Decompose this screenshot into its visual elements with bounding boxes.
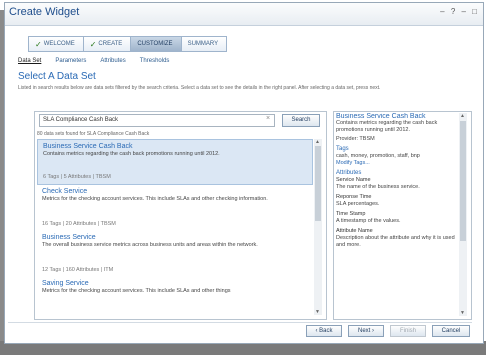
tags-list: cash, money, promotion, staff, bnp xyxy=(336,153,420,159)
wizard-step-label: CREATE xyxy=(98,41,123,47)
tab-data-set[interactable]: Data Set xyxy=(18,58,41,64)
scroll-thumb[interactable] xyxy=(460,121,466,241)
result-name: Business Service Cash Back xyxy=(43,143,133,150)
attribute-description: A timestamp of the values. xyxy=(336,218,401,224)
attributes-heading: Attributes xyxy=(336,170,362,176)
attribute-name: Attribute Name xyxy=(336,228,373,234)
result-meta: 16 Tags | 20 Attributes | TBSM xyxy=(42,221,116,227)
next-button[interactable]: Next › xyxy=(348,325,384,337)
details-scrollbar[interactable]: ▲ ▼ xyxy=(459,113,467,316)
wizard-step-label: WELCOME xyxy=(43,41,75,47)
details-description: Contains metrics regarding the cash back… xyxy=(336,120,438,133)
search-input[interactable]: SLA Compliance Cash Back xyxy=(39,114,275,127)
attribute-description: The name of the business service. xyxy=(336,184,420,190)
wizard-step-label: CUSTOMIZE xyxy=(137,41,173,47)
list-item[interactable]: Business Service The overall business se… xyxy=(37,231,313,277)
section-description: Listed in search results below are data … xyxy=(18,85,381,91)
tab-parameters[interactable]: Parameters xyxy=(55,58,86,64)
section-title: Select A Data Set xyxy=(18,71,96,82)
wizard-step-welcome[interactable]: ✓ WELCOME xyxy=(28,36,84,52)
scroll-thumb[interactable] xyxy=(315,146,321,221)
tags-heading: Tags xyxy=(336,146,349,152)
attribute-description: Description about the attribute and why … xyxy=(336,235,455,248)
tab-thresholds[interactable]: Thresholds xyxy=(140,58,170,64)
results-count: 80 data sets found for SLA Compliance Ca… xyxy=(37,131,150,137)
wizard-step-create[interactable]: ✓ CREATE xyxy=(82,36,132,52)
back-button[interactable]: ‹ Back xyxy=(306,325,342,337)
window-controls[interactable]: – ? – □ xyxy=(440,7,479,16)
wizard-step-label: SUMMARY xyxy=(187,41,219,47)
wizard-steps: ✓ WELCOME ✓ CREATE CUSTOMIZE SUMMARY xyxy=(28,36,228,54)
attribute-description: SLA percentages. xyxy=(336,201,380,207)
sub-tabs: Data Set Parameters Attributes Threshold… xyxy=(18,58,183,64)
result-description: Contains metrics regarding the cash back… xyxy=(43,151,220,157)
footer-divider xyxy=(8,322,472,323)
tab-attributes[interactable]: Attributes xyxy=(100,58,125,64)
list-item[interactable]: Check Service Metrics for the checking a… xyxy=(37,185,313,231)
result-name: Check Service xyxy=(42,188,88,195)
details-title: Business Service Cash Back xyxy=(336,113,426,120)
checkmark-icon: ✓ xyxy=(35,39,42,49)
scroll-up-icon[interactable]: ▲ xyxy=(315,139,320,145)
result-meta: 6 Tags | 5 Attributes | TBSM xyxy=(43,174,111,180)
title-bar: Create Widget – ? – □ xyxy=(5,3,483,26)
attribute-name: Reponse Time xyxy=(336,194,372,200)
results-list: Business Service Cash Back Contains metr… xyxy=(37,139,313,317)
attribute-name: Time Stamp xyxy=(336,211,366,217)
results-scrollbar[interactable]: ▲ ▼ xyxy=(314,139,322,315)
details-provider: Provider: TBSM xyxy=(336,136,375,142)
wizard-step-summary[interactable]: SUMMARY xyxy=(180,36,228,52)
result-meta: 12 Tags | 160 Attributes | ITM xyxy=(42,267,114,273)
dialog-title: Create Widget xyxy=(9,6,80,18)
result-description: Metrics for the checking account service… xyxy=(42,288,231,294)
details-content: Business Service Cash Back Contains metr… xyxy=(336,113,458,316)
clear-search-icon[interactable]: × xyxy=(266,115,270,122)
wizard-step-customize[interactable]: CUSTOMIZE xyxy=(130,36,182,52)
result-description: Metrics for the checking account service… xyxy=(42,196,268,202)
result-name: Business Service xyxy=(42,234,96,241)
search-button[interactable]: Search xyxy=(282,114,320,127)
result-description: The overall business service metrics acr… xyxy=(42,242,258,248)
checkmark-icon: ✓ xyxy=(89,39,97,49)
result-name: Saving Service xyxy=(42,280,89,287)
attribute-name: Service Name xyxy=(336,177,371,183)
modify-tags-link[interactable]: Modify Tags... xyxy=(336,160,458,167)
scroll-down-icon[interactable]: ▼ xyxy=(315,309,320,315)
finish-button[interactable]: Finish xyxy=(390,325,426,337)
scroll-up-icon[interactable]: ▲ xyxy=(460,113,465,119)
list-item[interactable]: Saving Service Metrics for the checking … xyxy=(37,277,313,317)
scroll-down-icon[interactable]: ▼ xyxy=(460,310,465,316)
list-item[interactable]: Business Service Cash Back Contains metr… xyxy=(37,139,313,185)
cancel-button[interactable]: Cancel xyxy=(432,325,470,337)
